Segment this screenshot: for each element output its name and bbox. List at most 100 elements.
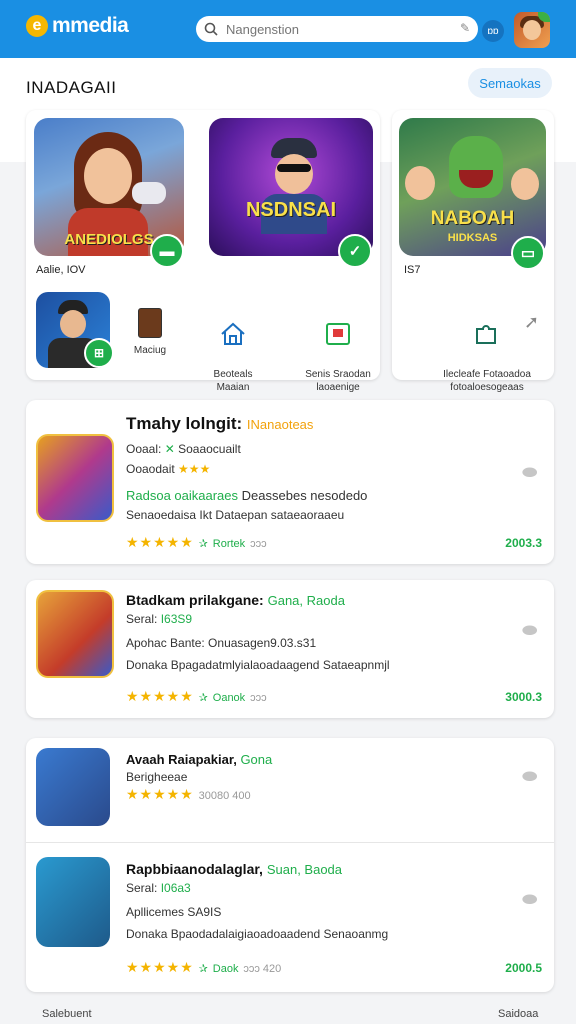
character-sunglasses — [277, 164, 311, 172]
search-icon — [204, 22, 218, 36]
list-item-4-line1-label: Seral: — [126, 881, 158, 895]
featured-game-3-caption: IS7 — [404, 264, 421, 276]
list-item-4-rating-label: Daok — [212, 963, 239, 975]
footer-right-link[interactable]: Saidoaa — [498, 1008, 538, 1020]
list-item-3-icon[interactable] — [36, 748, 110, 826]
list-item-3-tag: Gona — [240, 752, 273, 767]
featured-game-1-caption: Aalie, IOV — [36, 264, 86, 276]
list-item-4-line2: Apllicemes SA9IS — [126, 905, 222, 919]
search-bar[interactable]: ✎ — [196, 16, 478, 42]
shortcut-4-label: Ilecleafe Fotaoadoa fotoaloesogeaas — [443, 369, 531, 393]
list-item-1-line1-label: Ooaal: — [126, 442, 162, 456]
list-item-1-title-text: Tmahy lolngit: — [126, 414, 243, 433]
list-item-4-chat-icon[interactable]: ⬬ — [522, 889, 542, 909]
list-item-1-line2-text: Ooaodait — [126, 462, 175, 476]
list-item-2-rating: ★★★★★ ✰ Oanok ɔɔɔ — [126, 688, 267, 704]
character-face — [275, 154, 313, 194]
list-item-1-tag: INanaoteas — [246, 417, 314, 432]
list-item-1-rating-extra: ɔɔɔ — [250, 538, 267, 550]
list-item[interactable]: Rapbbiaanodalaglar, Suan, Baoda Seral: I… — [26, 843, 554, 992]
search-input[interactable] — [224, 20, 458, 38]
list-item-1-line3: Radsoa oaikaaraes Deassebes nesodedo — [126, 488, 367, 503]
list-item-2-rating-label: Oanok — [212, 692, 246, 704]
avatar-face — [523, 20, 541, 40]
user-avatar[interactable] — [514, 12, 550, 48]
shortcut-4[interactable]: Ilecleafe Fotaoadoa fotoaloesogeaas — [436, 308, 538, 394]
list-item-4-line1-value: I06a3 — [160, 881, 191, 895]
list-item-2-rating-extra: ɔɔɔ — [250, 692, 267, 704]
list-item-4-title-text: Rapbbiaanodalaglar, — [126, 861, 263, 877]
language-button[interactable]: ɒɒ — [482, 20, 504, 42]
list-item-3-rating-extra: 30080 400 — [198, 790, 251, 802]
list-item-1-rating-label: Rortek — [212, 538, 246, 550]
logo-mark-icon: e — [26, 15, 48, 37]
list-item-1-title[interactable]: Tmahy lolngit: INanaoteas — [126, 414, 313, 434]
list-item-1-line1-value: Soaaocuailt — [178, 442, 241, 456]
list-item-2-line1-label: Seral: — [126, 612, 158, 626]
list-item-4-rating-extra: ɔɔɔ 420 — [243, 963, 282, 975]
shortcut-1-thumb[interactable] — [138, 308, 162, 338]
character-face — [84, 148, 132, 204]
list-item-4-line1: Seral: I06a3 — [126, 881, 191, 895]
list-item-4-title[interactable]: Rapbbiaanodalaglar, Suan, Baoda — [126, 861, 342, 877]
list-item-3-title-text: Avaah Raiapakiar, — [126, 752, 237, 767]
list-item-1-line4: Senaoedaisa Ikt Dataepan sataeaoraaeu — [126, 508, 345, 522]
mini-game-badge-icon[interactable]: ⊞ — [84, 338, 114, 368]
list-item-4-tag: Suan, Baoda — [266, 862, 343, 877]
list-item-2-rating-mark: ✰ — [198, 692, 208, 704]
character-dino — [449, 136, 503, 198]
list-item-2-title[interactable]: Btadkam prilakgane: Gana, Raoda — [126, 592, 345, 608]
list-item-1-chat-icon[interactable]: ⬬ — [522, 462, 542, 482]
share-icon[interactable]: ➚ — [524, 312, 539, 333]
shortcut-3-label: Senis Sraodan laoaenige — [305, 369, 371, 393]
shortcut-2[interactable]: Beoteals Maaian — [196, 308, 270, 394]
brand-logo[interactable]: e mmedia — [26, 14, 129, 38]
footer-left-link[interactable]: Salebuent — [42, 1008, 92, 1020]
list-item[interactable]: Tmahy lolngit: INanaoteas Ooaal: ✕ Soaao… — [26, 400, 554, 564]
list-item-2-icon[interactable] — [36, 590, 114, 678]
list-group-card: Avaah Raiapakiar, Gona Berigheeae ★★★★★ … — [26, 738, 554, 992]
shortcut-1-label: Maciug — [133, 345, 167, 356]
list-item-1-line1: Ooaal: ✕ Soaaocuailt — [126, 442, 241, 456]
calendar-icon — [326, 323, 350, 345]
list-item-2-line1: Seral: I63S9 — [126, 612, 192, 626]
featured-game-1-gamepad-badge-icon[interactable]: ▬ — [150, 234, 184, 268]
featured-game-2-title: NSDNSAI — [245, 199, 336, 221]
list-item-4-line3: Donaka Bpaodadalaigiaoadoaadend Senaoanm… — [126, 927, 389, 941]
list-item-2-line2: Apohac Bante: Onuasagen9.03.s31 — [126, 636, 317, 650]
list-item-2-chat-icon[interactable]: ⬬ — [522, 620, 542, 640]
list-item-4-rating-mark: ✰ — [198, 963, 208, 975]
shortcut-3[interactable]: Senis Sraodan laoaenige — [296, 308, 380, 394]
mic-icon[interactable]: ✎ — [460, 21, 470, 35]
list-item-3-rating: ★★★★★ 30080 400 — [126, 786, 251, 802]
featured-game-3-save-badge-icon[interactable]: ▭ — [511, 236, 545, 270]
list-item-2-price: 3000.3 — [505, 690, 542, 704]
see-more-button[interactable]: Semaokas — [468, 68, 552, 98]
shortcut-2-label: Beoteals Maaian — [213, 369, 253, 393]
featured-game-2-check-badge-icon[interactable]: ✓ — [338, 234, 372, 268]
list-item-3-chat-icon[interactable]: ⬬ — [522, 766, 542, 786]
list-item-2-line1-value: I63S9 — [160, 612, 193, 626]
puzzle-icon — [476, 325, 496, 344]
list-item-1-line2: Ooaodait ★★★ — [126, 462, 210, 476]
list-item-1-line3-green: Radsoa oaikaaraes — [126, 488, 239, 503]
list-item-4-icon[interactable] — [36, 857, 110, 947]
brand-name: mmedia — [52, 14, 129, 37]
shortcut-1[interactable]: Maciug — [122, 344, 178, 357]
list-item-2-tag: Gana, Raoda — [267, 593, 345, 608]
list-item-1-rating-mark: ✰ — [198, 538, 208, 550]
list-item-4-rating: ★★★★★ ✰ Daok ɔɔɔ 420 — [126, 959, 282, 975]
list-item[interactable]: Avaah Raiapakiar, Gona Berigheeae ★★★★★ … — [26, 738, 554, 842]
character-right — [511, 168, 539, 200]
list-item-1-line3-rest: Deassebes nesodedo — [241, 488, 368, 503]
section-title: INADAGAII — [26, 78, 117, 97]
list-item-2-title-text: Btadkam prilakgane: — [126, 592, 264, 608]
list-item-3-title[interactable]: Avaah Raiapakiar, Gona — [126, 752, 272, 767]
list-item-1-price: 2003.3 — [505, 536, 542, 550]
list-item-1-check-icon: ✕ — [164, 442, 179, 456]
top-app-bar: e mmedia ✎ ɒɒ — [0, 0, 576, 58]
character-left — [405, 166, 435, 200]
list-item-1-mini-stars: ★★★ — [178, 462, 211, 476]
list-item-1-icon[interactable] — [36, 434, 114, 522]
list-item[interactable]: Btadkam prilakgane: Gana, Raoda Seral: I… — [26, 580, 554, 718]
